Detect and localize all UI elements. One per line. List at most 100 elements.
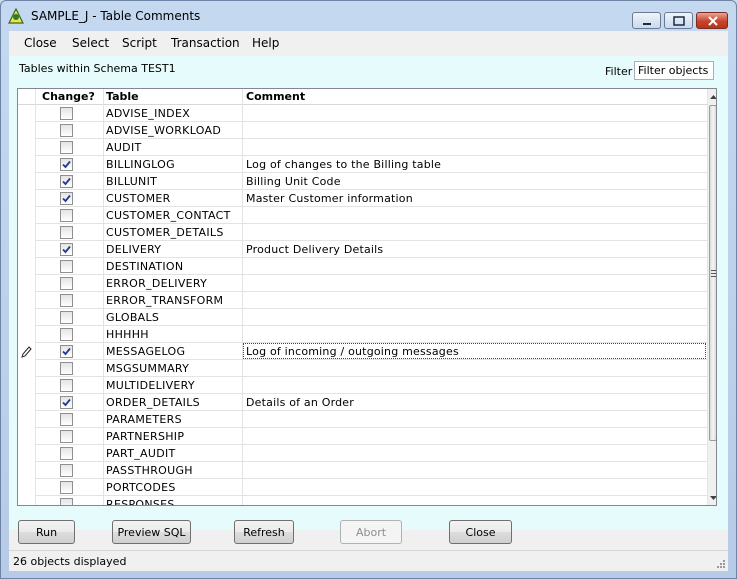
table-row[interactable]: PART_AUDIT — [18, 445, 707, 462]
change-checkbox[interactable] — [60, 328, 73, 341]
table-row[interactable]: CUSTOMER_DETAILS — [18, 224, 707, 241]
menu-script[interactable]: Script — [122, 36, 157, 50]
scroll-down-icon[interactable] — [708, 491, 717, 505]
row-indicator[interactable] — [18, 224, 35, 241]
table-row[interactable]: ERROR_DELIVERY — [18, 275, 707, 292]
maximize-button[interactable] — [664, 12, 693, 29]
row-indicator[interactable] — [18, 105, 35, 122]
comment-cell[interactable]: Master Customer information — [246, 192, 413, 205]
table-row[interactable]: DESTINATION — [18, 258, 707, 275]
minimize-button[interactable] — [632, 12, 661, 29]
table-name-cell[interactable]: ADVISE_INDEX — [106, 107, 190, 120]
row-indicator[interactable] — [18, 496, 35, 505]
table-name-cell[interactable]: CUSTOMER — [106, 192, 171, 205]
filter-input[interactable] — [634, 61, 714, 80]
change-checkbox[interactable] — [60, 294, 73, 307]
table-name-cell[interactable]: HHHHH — [106, 328, 149, 341]
scroll-up-icon[interactable] — [708, 90, 717, 104]
row-indicator[interactable] — [18, 445, 35, 462]
row-indicator[interactable] — [18, 156, 35, 173]
row-indicator[interactable] — [18, 139, 35, 156]
table-row[interactable]: RESPONSES — [18, 496, 707, 505]
column-header-change[interactable]: Change? — [42, 90, 95, 103]
comment-cell[interactable]: Product Delivery Details — [246, 243, 383, 256]
scrollbar-thumb[interactable] — [709, 105, 716, 441]
table-row[interactable]: BILLINGLOG Log of changes to the Billing … — [18, 156, 707, 173]
change-checkbox[interactable] — [60, 277, 73, 290]
row-indicator[interactable] — [18, 275, 35, 292]
table-name-cell[interactable]: DELIVERY — [106, 243, 161, 256]
table-name-cell[interactable]: PARAMETERS — [106, 413, 182, 426]
change-checkbox[interactable] — [60, 260, 73, 273]
table-name-cell[interactable]: PARTNERSHIP — [106, 430, 184, 443]
table-row[interactable]: PARTNERSHIP — [18, 428, 707, 445]
table-row[interactable]: MSGSUMMARY — [18, 360, 707, 377]
table-row[interactable]: DELIVERY Product Delivery Details — [18, 241, 707, 258]
table-name-cell[interactable]: MESSAGELOG — [106, 345, 185, 358]
table-name-cell[interactable]: PORTCODES — [106, 481, 176, 494]
column-header-comment[interactable]: Comment — [246, 90, 305, 103]
table-row[interactable]: HHHHH — [18, 326, 707, 343]
table-name-cell[interactable]: GLOBALS — [106, 311, 159, 324]
table-name-cell[interactable]: ORDER_DETAILS — [106, 396, 200, 409]
change-checkbox[interactable] — [60, 124, 73, 137]
table-row[interactable]: AUDIT — [18, 139, 707, 156]
row-indicator[interactable] — [18, 343, 35, 360]
table-row[interactable]: GLOBALS — [18, 309, 707, 326]
resize-grip-icon[interactable] — [716, 559, 726, 569]
change-checkbox[interactable] — [60, 107, 73, 120]
table-row[interactable]: CUSTOMER_CONTACT — [18, 207, 707, 224]
row-indicator[interactable] — [18, 122, 35, 139]
change-checkbox[interactable] — [60, 413, 73, 426]
table-name-cell[interactable]: ADVISE_WORKLOAD — [106, 124, 221, 137]
row-indicator[interactable] — [18, 258, 35, 275]
table-name-cell[interactable]: AUDIT — [106, 141, 142, 154]
table-name-cell[interactable]: ERROR_TRANSFORM — [106, 294, 223, 307]
row-indicator[interactable] — [18, 377, 35, 394]
change-checkbox[interactable] — [60, 311, 73, 324]
change-checkbox[interactable] — [60, 362, 73, 375]
comment-cell[interactable]: Log of changes to the Billing table — [246, 158, 441, 171]
change-checkbox[interactable] — [60, 192, 73, 205]
column-header-table[interactable]: Table — [106, 90, 139, 103]
table-name-cell[interactable]: CUSTOMER_CONTACT — [106, 209, 231, 222]
menu-close[interactable]: Close — [24, 36, 57, 50]
table-row[interactable]: PORTCODES — [18, 479, 707, 496]
row-indicator[interactable] — [18, 462, 35, 479]
table-name-cell[interactable]: BILLINGLOG — [106, 158, 175, 171]
vertical-scrollbar[interactable] — [707, 89, 717, 505]
row-indicator[interactable] — [18, 428, 35, 445]
change-checkbox[interactable] — [60, 158, 73, 171]
table-row[interactable]: PASSTHROUGH — [18, 462, 707, 479]
table-row[interactable]: MESSAGELOG Log of incoming / outgoing mes… — [18, 343, 707, 360]
change-checkbox[interactable] — [60, 464, 73, 477]
table-name-cell[interactable]: PASSTHROUGH — [106, 464, 193, 477]
change-checkbox[interactable] — [60, 226, 73, 239]
comment-cell[interactable]: Billing Unit Code — [246, 175, 341, 188]
close-button[interactable]: Close — [449, 520, 512, 544]
table-name-cell[interactable]: CUSTOMER_DETAILS — [106, 226, 224, 239]
row-indicator[interactable] — [18, 360, 35, 377]
row-indicator[interactable] — [18, 326, 35, 343]
menu-transaction[interactable]: Transaction — [171, 36, 240, 50]
change-checkbox[interactable] — [60, 345, 73, 358]
refresh-button[interactable]: Refresh — [234, 520, 294, 544]
row-indicator[interactable] — [18, 173, 35, 190]
table-row[interactable]: ADVISE_INDEX — [18, 105, 707, 122]
table-name-cell[interactable]: MULTIDELIVERY — [106, 379, 195, 392]
row-indicator[interactable] — [18, 411, 35, 428]
row-indicator[interactable] — [18, 394, 35, 411]
row-indicator[interactable] — [18, 309, 35, 326]
table-name-cell[interactable]: PART_AUDIT — [106, 447, 176, 460]
change-checkbox[interactable] — [60, 243, 73, 256]
change-checkbox[interactable] — [60, 498, 73, 505]
row-indicator[interactable] — [18, 479, 35, 496]
table-name-cell[interactable]: MSGSUMMARY — [106, 362, 189, 375]
table-row[interactable]: PARAMETERS — [18, 411, 707, 428]
table-row[interactable]: ERROR_TRANSFORM — [18, 292, 707, 309]
comment-cell[interactable]: Log of incoming / outgoing messages — [246, 345, 459, 358]
row-indicator[interactable] — [18, 241, 35, 258]
table-row[interactable]: ORDER_DETAILS Details of an Order — [18, 394, 707, 411]
change-checkbox[interactable] — [60, 175, 73, 188]
row-indicator[interactable] — [18, 207, 35, 224]
